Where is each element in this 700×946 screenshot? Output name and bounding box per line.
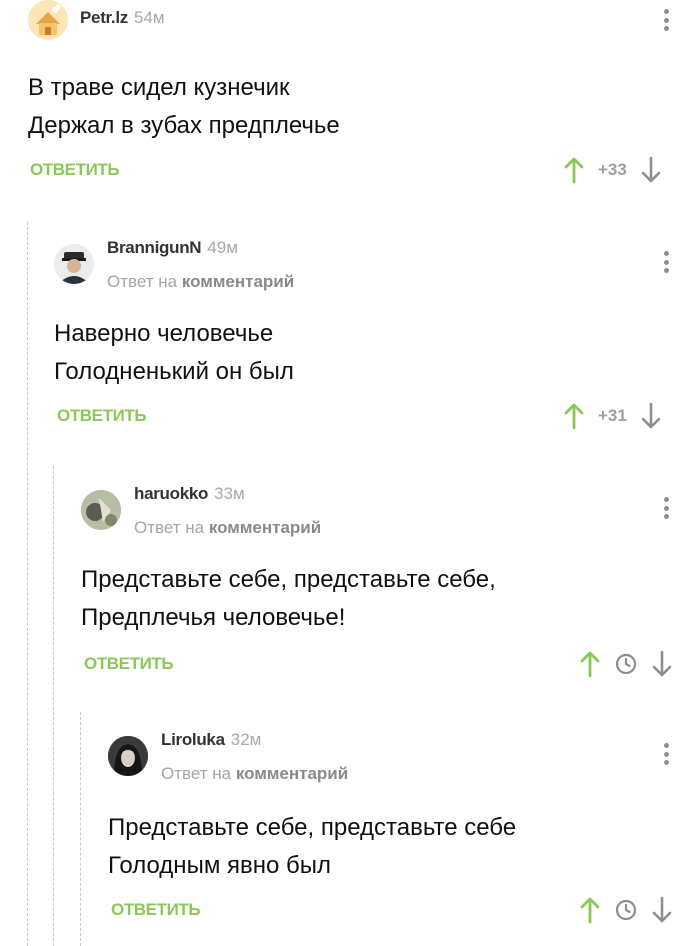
vote-controls	[578, 650, 674, 678]
comment-3: haruokko 33м Ответ на комментарий Предста…	[0, 484, 700, 704]
upvote-icon[interactable]	[578, 896, 602, 924]
reply-button[interactable]: ОТВЕТИТЬ	[84, 654, 174, 674]
downvote-icon[interactable]	[650, 896, 674, 924]
more-menu-icon[interactable]	[662, 494, 670, 522]
username[interactable]: Petr.lz 54м	[80, 8, 165, 28]
timestamp: 32м	[230, 730, 262, 749]
comment-text: Представьте себе, представьте себе, Пред…	[81, 566, 496, 631]
timestamp: 49м	[207, 238, 238, 257]
more-menu-icon[interactable]	[662, 248, 670, 276]
upvote-icon[interactable]	[562, 402, 586, 430]
clock-icon	[615, 899, 637, 921]
vote-controls	[578, 896, 674, 924]
reply-button[interactable]: ОТВЕТИТЬ	[30, 160, 120, 180]
downvote-icon[interactable]	[639, 402, 663, 430]
username[interactable]: Liroluka 32м	[161, 730, 261, 750]
comment-text: Наверно человечье Голодненький он был	[54, 320, 294, 385]
dark-girl-avatar[interactable]	[108, 736, 148, 776]
reply-button[interactable]: ОТВЕТИТЬ	[57, 406, 147, 426]
rating-value: +33	[598, 160, 627, 179]
photo-avatar[interactable]	[81, 490, 121, 530]
reply-button[interactable]: ОТВЕТИТЬ	[111, 900, 201, 920]
username[interactable]: BrannigunN 49м	[107, 238, 238, 258]
comment-1: Petr.lz 54м В траве сидел кузнечик Держал…	[0, 0, 700, 200]
comment-4: Liroluka 32м Ответ на комментарий Предста…	[0, 730, 700, 946]
upvote-icon[interactable]	[562, 156, 586, 184]
username[interactable]: haruokko 33м	[134, 484, 245, 504]
more-menu-icon[interactable]	[662, 6, 670, 34]
comment-2: BrannigunN 49м Ответ на комментарий Навер…	[0, 238, 700, 458]
vote-controls: +31	[562, 402, 663, 430]
comment-text: Представьте себе, представьте себе Голод…	[108, 814, 517, 879]
clock-icon	[615, 653, 637, 675]
downvote-icon[interactable]	[639, 156, 663, 184]
reply-to-label[interactable]: Ответ на комментарий	[161, 764, 348, 784]
house-cat-avatar[interactable]	[28, 0, 68, 40]
comment-text: В траве сидел кузнечик Держал в зубах пр…	[28, 74, 340, 139]
uniformed-man-avatar[interactable]	[54, 244, 94, 284]
upvote-icon[interactable]	[578, 650, 602, 678]
timestamp: 33м	[214, 484, 245, 503]
reply-to-label[interactable]: Ответ на комментарий	[107, 272, 294, 292]
downvote-icon[interactable]	[650, 650, 674, 678]
reply-to-label[interactable]: Ответ на комментарий	[134, 518, 321, 538]
rating-value: +31	[598, 406, 627, 425]
more-menu-icon[interactable]	[662, 740, 670, 768]
timestamp: 54м	[133, 8, 165, 27]
vote-controls: +33	[562, 156, 663, 184]
